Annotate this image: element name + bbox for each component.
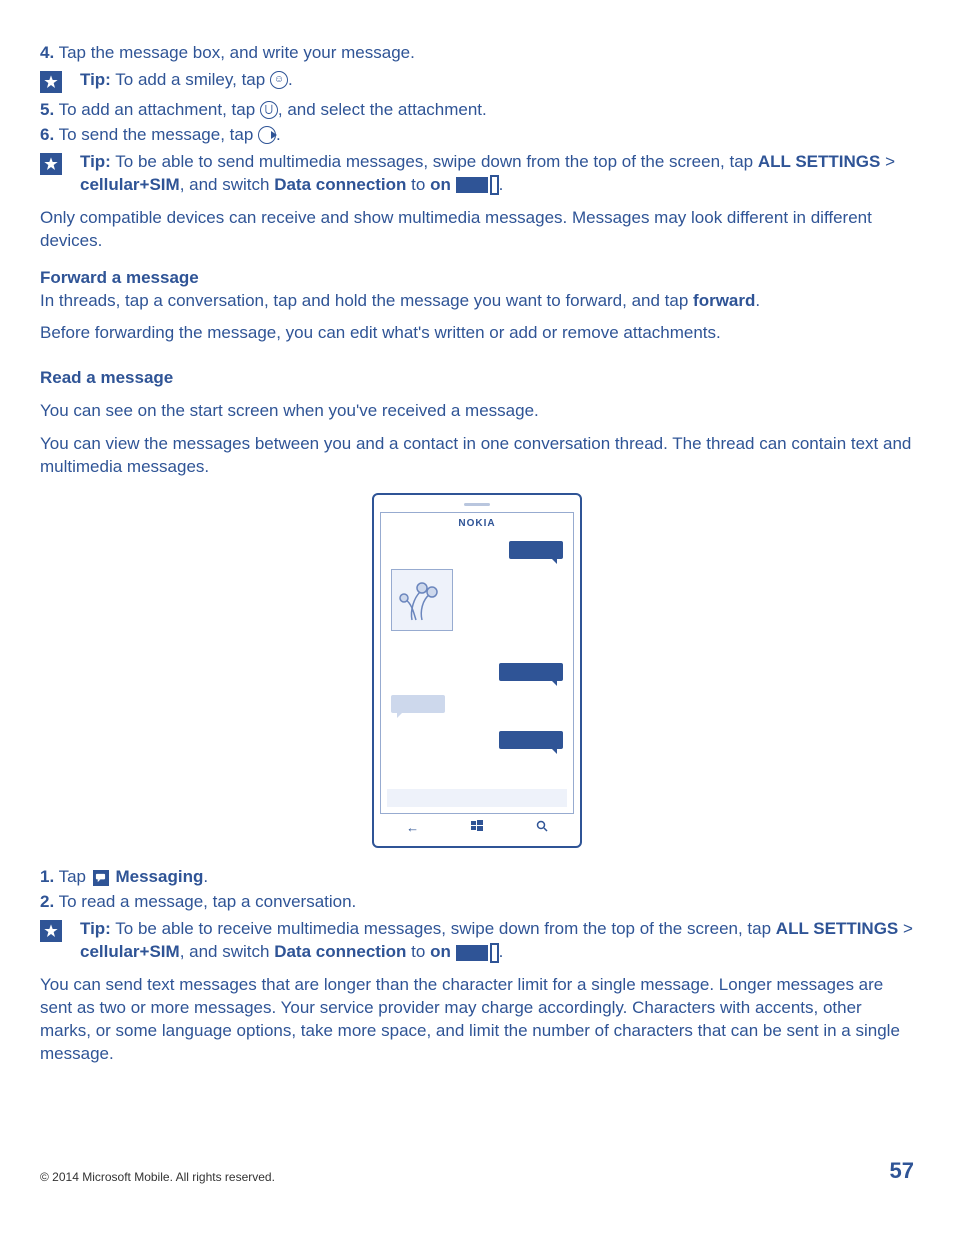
long-msg-note: You can send text messages that are long… bbox=[40, 974, 914, 1066]
step-5-num: 5. bbox=[40, 100, 54, 119]
page-number: 57 bbox=[890, 1156, 914, 1186]
step-6: 6. To send the message, tap . bbox=[40, 124, 914, 147]
msg-bubble-in bbox=[391, 695, 445, 713]
step-4-num: 4. bbox=[40, 43, 54, 62]
forward-heading: Forward a message bbox=[40, 267, 914, 290]
compat-note: Only compatible devices can receive and … bbox=[40, 207, 914, 253]
step-b1: 1. Tap Messaging. bbox=[40, 866, 914, 889]
messaging-tile-icon bbox=[93, 870, 109, 886]
tip-label: Tip: bbox=[80, 70, 111, 89]
tip-3: Tip: To be able to receive multimedia me… bbox=[40, 918, 914, 964]
msg-image-card bbox=[391, 569, 453, 631]
toggle-on-icon bbox=[456, 174, 499, 197]
phone-illustration: NOKIA ← bbox=[40, 493, 914, 848]
step-b1-num: 1. bbox=[40, 867, 54, 886]
back-icon: ← bbox=[406, 819, 419, 837]
send-icon bbox=[258, 126, 276, 144]
search-icon bbox=[536, 819, 548, 837]
msg-bubble-out bbox=[499, 663, 563, 681]
step-4: 4. Tap the message box, and write your m… bbox=[40, 42, 914, 65]
forward-p1: In threads, tap a conversation, tap and … bbox=[40, 290, 914, 313]
star-icon bbox=[40, 920, 62, 942]
phone-speaker bbox=[464, 503, 490, 506]
tip-2-text: Tip: To be able to send multimedia messa… bbox=[80, 151, 914, 197]
forward-section: Forward a message In threads, tap a conv… bbox=[40, 267, 914, 346]
phone-screen: NOKIA bbox=[380, 512, 574, 814]
msg-bubble-out bbox=[509, 541, 563, 559]
msg-bubble-out bbox=[499, 731, 563, 749]
tip-1: Tip: To add a smiley, tap ☺. bbox=[40, 69, 914, 93]
attachment-icon: ⋃ bbox=[260, 101, 278, 119]
forward-p2: Before forwarding the message, you can e… bbox=[40, 322, 914, 345]
tip-1-text: Tip: To add a smiley, tap ☺. bbox=[80, 69, 914, 92]
tip-label: Tip: bbox=[80, 152, 111, 171]
msg-input-bar bbox=[387, 789, 567, 807]
step-4-text: Tap the message box, and write your mess… bbox=[54, 43, 415, 62]
read-p2: You can view the messages between you an… bbox=[40, 433, 914, 479]
toggle-on-icon bbox=[456, 941, 499, 964]
star-icon bbox=[40, 71, 62, 93]
footer: © 2014 Microsoft Mobile. All rights rese… bbox=[40, 1156, 914, 1186]
step-b2-num: 2. bbox=[40, 892, 54, 911]
copyright: © 2014 Microsoft Mobile. All rights rese… bbox=[40, 1169, 275, 1185]
step-5: 5. To add an attachment, tap ⋃, and sele… bbox=[40, 99, 914, 122]
step-b2: 2. To read a message, tap a conversation… bbox=[40, 891, 914, 914]
phone-nav: ← bbox=[380, 814, 574, 842]
windows-icon bbox=[471, 819, 483, 837]
tip-label: Tip: bbox=[80, 919, 111, 938]
tip-2: Tip: To be able to send multimedia messa… bbox=[40, 151, 914, 197]
read-p1: You can see on the start screen when you… bbox=[40, 400, 914, 423]
read-heading: Read a message bbox=[40, 367, 914, 390]
read-section: Read a message You can see on the start … bbox=[40, 367, 914, 479]
smiley-icon: ☺ bbox=[270, 71, 288, 89]
step-6-num: 6. bbox=[40, 125, 54, 144]
star-icon bbox=[40, 153, 62, 175]
tip-3-text: Tip: To be able to receive multimedia me… bbox=[80, 918, 914, 964]
phone-brand: NOKIA bbox=[381, 513, 573, 531]
